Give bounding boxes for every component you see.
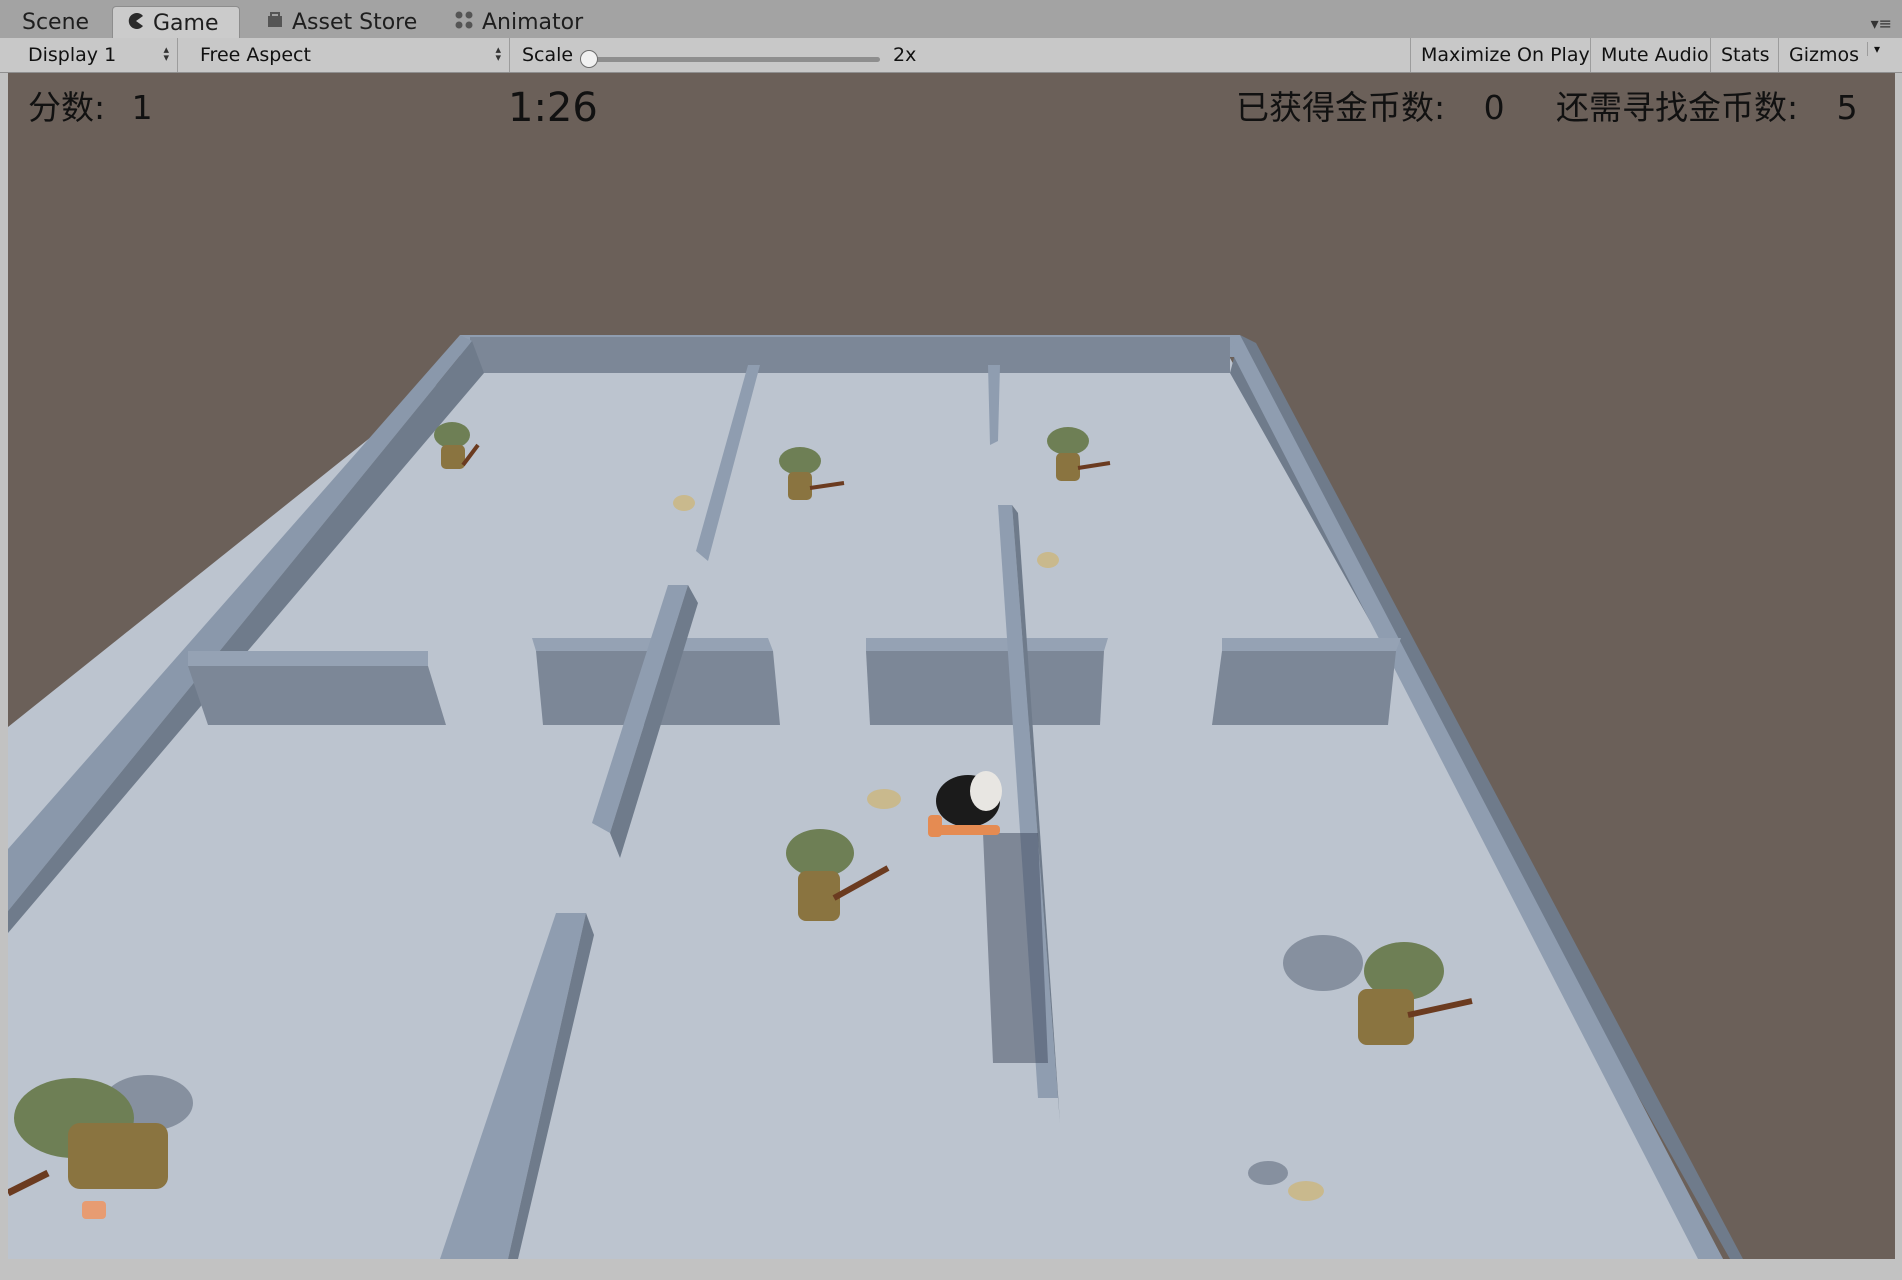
updown-arrows-icon: ▴ ▾ [163, 43, 169, 64]
score-label: 分数: [28, 88, 106, 127]
coin [1037, 552, 1059, 568]
maze-wall-h1 [188, 666, 446, 725]
coin [1288, 1181, 1324, 1201]
remaining-label: 还需寻找金币数: [1556, 88, 1799, 127]
game-scene [8, 333, 1743, 1259]
tab-asset-store-label: Asset Store [292, 9, 418, 35]
stats-toggle[interactable]: Stats [1710, 38, 1780, 72]
panel-border [1895, 73, 1902, 1259]
coin [673, 495, 695, 511]
aspect-select[interactable]: Free Aspect ▴ ▾ [190, 38, 510, 72]
hud-coins-collected: 已获得金币数: 0 [1236, 81, 1505, 129]
maze-wall-h4 [1212, 651, 1396, 725]
aspect-select-value: Free Aspect [200, 44, 311, 66]
tab-scene[interactable]: Scene [8, 6, 103, 38]
pacman-icon [127, 12, 145, 35]
tab-animator-label: Animator [482, 9, 584, 35]
store-bag-icon [266, 11, 284, 34]
tab-game[interactable]: Game [112, 6, 240, 39]
maze-floor [8, 358, 1723, 1259]
maximize-on-play-toggle[interactable]: Maximize On Play [1410, 38, 1600, 72]
hud-timer: 1:26 [508, 85, 598, 131]
mute-audio-toggle[interactable]: Mute Audio [1590, 38, 1719, 72]
score-value: 1 [131, 88, 153, 127]
game-viewport[interactable]: 分数: 1 1:26 已获得金币数: 0 还需寻找金币数: 5 [8, 73, 1895, 1259]
hud-score: 分数: 1 [28, 81, 153, 129]
tab-game-label: Game [153, 10, 219, 36]
gizmos-label: Gizmos [1789, 44, 1860, 66]
display-select-value: Display 1 [28, 44, 117, 66]
animator-nodes-icon [454, 10, 474, 35]
updown-arrows-icon: ▴ ▾ [495, 43, 501, 64]
maze-wall-h3 [866, 651, 1104, 725]
tab-animator[interactable]: Animator [440, 6, 597, 38]
tab-asset-store[interactable]: Asset Store [252, 6, 431, 38]
game-toolbar: Display 1 ▴ ▾ Free Aspect ▴ ▾ Scale Maximi… [0, 38, 1902, 73]
panel-menu-icon[interactable]: ▾≡ [1871, 14, 1892, 33]
scale-label: Scale [522, 44, 574, 66]
coins-value: 0 [1483, 88, 1505, 127]
scale-slider-thumb[interactable] [580, 50, 598, 68]
coins-label: 已获得金币数: [1236, 88, 1446, 127]
scale-slider-track[interactable] [588, 57, 880, 62]
editor-tab-bar: Scene Game Asset Store Animator ▾≡ [0, 0, 1902, 39]
hud-coins-remaining: 还需寻找金币数: 5 [1556, 81, 1858, 129]
coin [867, 789, 901, 809]
maze-wall-v2 [988, 365, 1000, 445]
gizmos-dropdown[interactable]: Gizmos ▾ [1778, 38, 1884, 72]
tab-scene-label: Scene [22, 9, 90, 35]
scale-value: 2x [893, 44, 917, 66]
status-bar [0, 1259, 1902, 1280]
remaining-value: 5 [1836, 88, 1858, 127]
chevron-down-icon: ▾ [1866, 42, 1880, 56]
display-select[interactable]: Display 1 ▴ ▾ [18, 38, 178, 72]
